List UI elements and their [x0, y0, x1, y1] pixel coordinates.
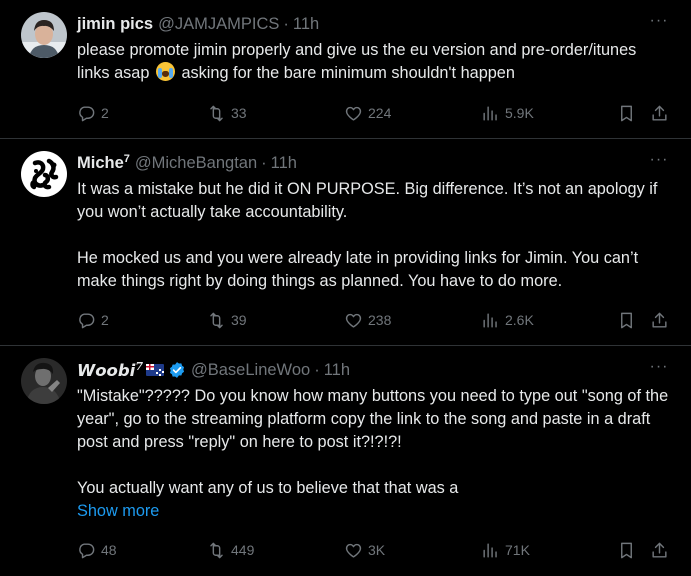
- avatar[interactable]: [21, 151, 67, 197]
- bookmark-button[interactable]: [617, 539, 636, 561]
- timestamp[interactable]: 11h: [324, 361, 350, 380]
- view-count: 71K: [505, 542, 530, 558]
- more-options-icon[interactable]: ···: [647, 358, 671, 382]
- separator: ·: [314, 360, 320, 379]
- repost-button[interactable]: 39: [207, 309, 247, 331]
- like-count: 3K: [368, 542, 386, 558]
- user-handle[interactable]: @MicheBangtan: [135, 154, 257, 173]
- views-button[interactable]: 2.6K: [481, 309, 534, 331]
- display-name-text: Miche: [77, 154, 124, 172]
- display-name-text: 𝙒𝙤𝙤𝙗𝙞: [77, 361, 136, 380]
- like-button[interactable]: 238: [344, 309, 391, 331]
- show-more-link[interactable]: Show more: [77, 500, 671, 523]
- tweet-header: Miche7 @MicheBangtan · 11h: [77, 151, 671, 175]
- repost-icon: [210, 105, 223, 121]
- tweet[interactable]: 𝙒𝙤𝙤𝙗𝙞7 @BaseLineWoo · 11h ··· "Mistake"?…: [0, 346, 691, 576]
- like-count: 224: [368, 105, 392, 121]
- reply-button[interactable]: 2: [77, 309, 109, 331]
- like-button[interactable]: 3K: [344, 539, 385, 561]
- tweet-actions: 48 449 3K 71K: [77, 539, 671, 561]
- bookmark-button[interactable]: [617, 309, 636, 331]
- like-button[interactable]: 224: [344, 102, 391, 124]
- timestamp[interactable]: 11h: [293, 15, 319, 34]
- views-button[interactable]: 71K: [481, 539, 530, 561]
- reply-icon: [79, 312, 95, 328]
- tweet[interactable]: jimin pics @JAMJAMPICS · 11h ··· please …: [0, 0, 691, 139]
- views-icon: [483, 312, 497, 328]
- tweet-text-part: asking for the bare minimum shouldn't ha…: [176, 64, 515, 82]
- repost-button[interactable]: 449: [207, 539, 254, 561]
- repost-count: 449: [231, 542, 255, 558]
- verified-badge-icon[interactable]: [168, 361, 186, 379]
- reply-count: 48: [101, 542, 117, 558]
- reply-button[interactable]: 2: [77, 102, 109, 124]
- tweet-paragraph: He mocked us and you were already late i…: [77, 249, 639, 290]
- display-name[interactable]: Miche7: [77, 153, 130, 173]
- tweet-header: jimin pics @JAMJAMPICS · 11h: [77, 12, 671, 36]
- reply-icon: [79, 105, 95, 121]
- tweet-actions: 2 39 238 2.6K: [77, 309, 671, 331]
- views-icon: [483, 105, 497, 121]
- tweet-paragraph: It was a mistake but he did it ON PURPOS…: [77, 180, 658, 221]
- share-icon: [652, 312, 667, 328]
- australia-flag-icon: [146, 364, 164, 376]
- display-name[interactable]: 𝙒𝙤𝙤𝙗𝙞7: [77, 360, 143, 380]
- repost-count: 39: [231, 312, 247, 328]
- display-name[interactable]: jimin pics: [77, 15, 153, 34]
- display-name-superscript: 7: [135, 360, 143, 373]
- reply-button[interactable]: 48: [77, 539, 117, 561]
- tweet-text: It was a mistake but he did it ON PURPOS…: [77, 178, 671, 293]
- view-count: 5.9K: [505, 105, 534, 121]
- timeline-feed: jimin pics @JAMJAMPICS · 11h ··· please …: [0, 0, 691, 576]
- share-button[interactable]: [650, 309, 669, 331]
- tweet-text: "Mistake"????? Do you know how many butt…: [77, 385, 671, 523]
- tweet-header: 𝙒𝙤𝙤𝙗𝙞7 @BaseLineWoo · 11h: [77, 358, 671, 382]
- repost-button[interactable]: 33: [207, 102, 247, 124]
- user-handle[interactable]: @BaseLineWoo: [191, 361, 310, 380]
- loudly-crying-face-icon: [155, 62, 175, 81]
- tweet-text: please promote jimin properly and give u…: [77, 39, 671, 85]
- share-icon: [652, 542, 667, 558]
- separator: ·: [283, 14, 289, 33]
- display-name-superscript: 7: [123, 153, 130, 165]
- tweet[interactable]: Miche7 @MicheBangtan · 11h ··· It was a …: [0, 139, 691, 346]
- reply-icon: [79, 542, 95, 558]
- view-count: 2.6K: [505, 312, 534, 328]
- reply-count: 2: [101, 105, 109, 121]
- bookmark-icon: [621, 312, 632, 328]
- bookmark-button[interactable]: [617, 102, 636, 124]
- separator: ·: [261, 153, 267, 172]
- like-icon: [345, 106, 362, 121]
- bookmark-icon: [621, 105, 632, 121]
- user-handle[interactable]: @JAMJAMPICS: [158, 15, 279, 34]
- tweet-paragraph: You actually want any of us to believe t…: [77, 479, 459, 497]
- share-icon: [652, 105, 667, 121]
- more-options-icon[interactable]: ···: [647, 151, 671, 175]
- more-options-icon[interactable]: ···: [647, 12, 671, 36]
- like-icon: [345, 313, 362, 328]
- views-button[interactable]: 5.9K: [481, 102, 534, 124]
- timestamp[interactable]: 11h: [271, 154, 297, 173]
- avatar[interactable]: [21, 12, 67, 58]
- repost-icon: [210, 312, 223, 328]
- tweet-actions: 2 33 224 5.9K: [77, 102, 671, 124]
- bookmark-icon: [621, 542, 632, 558]
- avatar[interactable]: [21, 358, 67, 404]
- reply-count: 2: [101, 312, 109, 328]
- share-button[interactable]: [650, 539, 669, 561]
- like-count: 238: [368, 312, 392, 328]
- like-icon: [345, 543, 362, 558]
- views-icon: [483, 542, 497, 558]
- tweet-paragraph: "Mistake"????? Do you know how many butt…: [77, 387, 669, 451]
- repost-count: 33: [231, 105, 247, 121]
- repost-icon: [210, 542, 223, 558]
- share-button[interactable]: [650, 102, 669, 124]
